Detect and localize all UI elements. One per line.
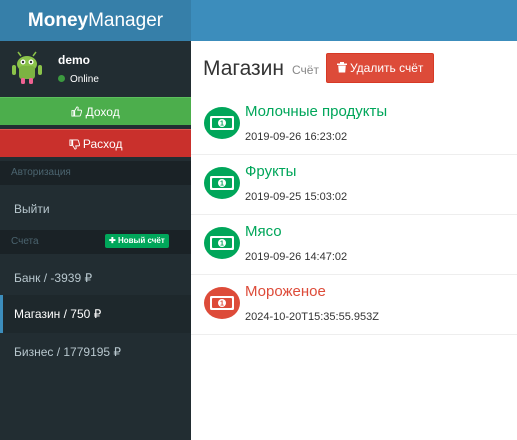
transaction-title: Молочные продукты bbox=[245, 103, 388, 120]
transaction-date: 2019-09-26 16:23:02 bbox=[245, 131, 348, 143]
account-item-bank[interactable]: Банк / -3939 ₽ bbox=[0, 260, 191, 296]
accounts-section-header: Счета ✚ Новый счёт bbox=[0, 230, 191, 254]
plus-icon: ✚ bbox=[109, 236, 116, 245]
transaction-title: Фрукты bbox=[245, 163, 297, 180]
transaction-title: Мороженое bbox=[245, 283, 326, 300]
money-bill-icon: 1 bbox=[204, 107, 240, 139]
main-content: Магазин Счёт Удалить счёт 1 Молочные про… bbox=[191, 41, 517, 440]
transaction-row[interactable]: 1 Мясо 2019-09-26 14:47:02 bbox=[191, 215, 517, 275]
income-button[interactable]: Доход bbox=[0, 97, 191, 125]
thumbs-down-icon bbox=[69, 137, 83, 151]
transaction-row[interactable]: 1 Фрукты 2019-09-25 15:03:02 bbox=[191, 155, 517, 215]
expense-button[interactable]: Расход bbox=[0, 129, 191, 157]
income-label: Доход bbox=[85, 105, 120, 119]
money-bill-icon: 1 bbox=[204, 227, 240, 259]
transaction-title: Мясо bbox=[245, 223, 282, 240]
user-status: Online bbox=[58, 74, 99, 85]
user-name: demo bbox=[58, 53, 91, 67]
page-subtitle: Счёт bbox=[292, 63, 319, 77]
transaction-row[interactable]: 1 Молочные продукты 2019-09-26 16:23:02 bbox=[191, 95, 517, 155]
transaction-date: 2024-10-20T15:35:55.953Z bbox=[245, 311, 379, 323]
logo-bold-text: Money bbox=[27, 10, 89, 31]
svg-text:1: 1 bbox=[220, 241, 224, 248]
user-panel: demo Online bbox=[0, 41, 191, 96]
delete-account-label: Удалить счёт bbox=[349, 61, 424, 75]
transaction-row[interactable]: 1 Мороженое 2024-10-20T15:35:55.953Z bbox=[191, 275, 517, 335]
online-status-icon bbox=[58, 75, 65, 82]
new-account-button[interactable]: ✚ Новый счёт bbox=[105, 234, 169, 248]
money-bill-icon: 1 bbox=[204, 287, 240, 319]
page-title: Магазин bbox=[203, 57, 285, 80]
logout-link[interactable]: Выйти bbox=[0, 194, 191, 224]
thumbs-up-icon bbox=[71, 105, 85, 119]
accounts-header-text: Счета bbox=[11, 236, 39, 247]
top-navbar: MoneyManager bbox=[0, 0, 517, 41]
svg-text:1: 1 bbox=[220, 121, 224, 128]
transaction-date: 2019-09-26 14:47:02 bbox=[245, 251, 348, 263]
new-account-label: Новый счёт bbox=[117, 236, 165, 245]
expense-label: Расход bbox=[82, 137, 123, 151]
sidebar: demo Online Доход Расход Авторизация Вый… bbox=[0, 41, 191, 440]
money-bill-icon: 1 bbox=[204, 167, 240, 199]
app-logo[interactable]: MoneyManager bbox=[0, 0, 191, 41]
auth-section-header: Авторизация bbox=[0, 161, 191, 185]
trash-icon bbox=[336, 61, 350, 75]
account-item-shop[interactable]: Магазин / 750 ₽ bbox=[0, 295, 191, 333]
delete-account-button[interactable]: Удалить счёт bbox=[326, 53, 434, 83]
logo-light-text: Manager bbox=[88, 10, 164, 31]
svg-text:1: 1 bbox=[220, 301, 224, 308]
svg-text:1: 1 bbox=[220, 181, 224, 188]
transaction-date: 2019-09-25 15:03:02 bbox=[245, 191, 348, 203]
account-item-business[interactable]: Бизнес / 1779195 ₽ bbox=[0, 334, 191, 370]
user-status-text: Online bbox=[70, 74, 99, 85]
android-avatar-icon bbox=[12, 51, 42, 84]
